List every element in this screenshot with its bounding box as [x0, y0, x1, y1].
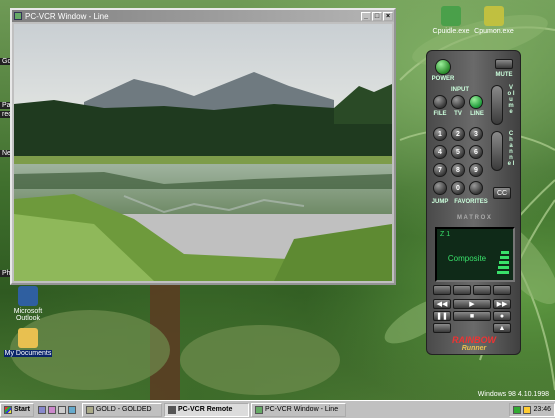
minimize-button[interactable]: _: [361, 11, 371, 21]
rewind-button[interactable]: ◀◀: [433, 299, 451, 309]
brand-strip: M A T R O X: [457, 215, 491, 221]
digit-4-button[interactable]: 4: [433, 145, 447, 159]
signal-meter-icon: [497, 251, 509, 274]
digit-7-button[interactable]: 7: [433, 163, 447, 177]
quicklaunch-channels-icon[interactable]: [67, 405, 76, 414]
digit-3-button[interactable]: 3: [469, 127, 483, 141]
digit-5-button[interactable]: 5: [451, 145, 465, 159]
file-label: FILE: [433, 111, 447, 117]
quicklaunch-outlook-icon[interactable]: [47, 405, 56, 414]
line-button[interactable]: [469, 95, 483, 109]
adjust-button[interactable]: [433, 285, 451, 295]
record-button[interactable]: ●: [493, 311, 511, 321]
cc-button[interactable]: CC: [493, 187, 511, 199]
pc-vcr-remote[interactable]: POWER MUTE INPUT FILE TV LINE V o l u m …: [426, 50, 521, 355]
eject-button[interactable]: ▲: [493, 323, 511, 333]
vcr-titlebar[interactable]: PC-VCR Window - Line _ □ ×: [12, 10, 394, 22]
quicklaunch-desktop-icon[interactable]: [57, 405, 66, 414]
desktop-icon-label: Cpuidle.exe: [432, 28, 470, 35]
golded-icon: [85, 405, 94, 414]
channel-label: C h a n n e l: [507, 131, 515, 167]
pause-button[interactable]: ❚❚: [433, 311, 451, 321]
vcr-window[interactable]: PC-VCR Window - Line _ □ ×: [10, 8, 396, 285]
mute-label: MUTE: [495, 72, 513, 78]
channel-rocker[interactable]: [491, 131, 503, 171]
start-label: Start: [14, 406, 30, 413]
task-label: GOLD - GOLDED: [95, 406, 152, 413]
taskbar-item-pc-vcr-window[interactable]: PC-VCR Window - Line: [250, 402, 346, 417]
vcr-window-icon: [254, 405, 263, 414]
fast-forward-button[interactable]: ▶▶: [493, 299, 511, 309]
cpuidle-icon: [441, 6, 461, 26]
favorites-button[interactable]: [469, 181, 483, 195]
volume-icon[interactable]: [523, 405, 532, 414]
maximize-button[interactable]: □: [372, 11, 382, 21]
lcd-source-text: Composite: [447, 254, 487, 263]
taskbar-item-pc-vcr-remote[interactable]: PC-VCR Remote: [163, 402, 249, 417]
plus-button[interactable]: [473, 285, 491, 295]
lake-landscape-image: [14, 24, 392, 281]
system-tray: 23:46: [509, 402, 555, 417]
quicklaunch-ie-icon[interactable]: [37, 405, 46, 414]
minus-button[interactable]: [453, 285, 471, 295]
cpumon-icon: [484, 6, 504, 26]
desktop-icon-label: Microsoft Outlook: [13, 308, 43, 322]
tray-status-icon[interactable]: [513, 405, 522, 414]
desktop-icon-outlook[interactable]: Microsoft Outlook: [0, 286, 56, 322]
video-feed[interactable]: [14, 24, 392, 281]
outlook-icon: [18, 286, 38, 306]
digit-8-button[interactable]: 8: [451, 163, 465, 177]
line-label: LINE: [470, 111, 484, 117]
lcd-display: Z 1 Composite: [435, 227, 515, 282]
digit-2-button[interactable]: 2: [451, 127, 465, 141]
remote-icon: [167, 405, 176, 414]
task-label: PC-VCR Remote: [177, 406, 233, 413]
power-button[interactable]: [435, 59, 451, 75]
power-label: POWER: [431, 76, 455, 82]
windows-version-text: Windows 98 4.10.1998: [477, 391, 549, 398]
digit-6-button[interactable]: 6: [469, 145, 483, 159]
input-label: INPUT: [451, 87, 469, 93]
digit-1-button[interactable]: 1: [433, 127, 447, 141]
file-button[interactable]: [433, 95, 447, 109]
volume-rocker[interactable]: [491, 85, 503, 125]
windows-logo-icon: [4, 405, 12, 414]
vcr-window-title: PC-VCR Window - Line: [25, 11, 109, 21]
open-folder-icon[interactable]: [433, 323, 451, 333]
sync-icon[interactable]: [493, 285, 511, 295]
vcr-app-icon[interactable]: [14, 12, 22, 20]
favorites-label: FAVORITES: [454, 199, 488, 205]
rainbow-logo: RAINBOW: [452, 335, 496, 345]
tv-label: TV: [454, 111, 462, 117]
desktop-icon-label: My Documents: [3, 350, 53, 357]
taskbar: Start GOLD - GOLDED PC-VCR Remote PC-VCR…: [0, 400, 555, 418]
start-button[interactable]: Start: [0, 402, 34, 417]
volume-label: V o l u m e: [507, 85, 515, 115]
desktop-icon-my-documents[interactable]: My Documents: [0, 328, 56, 357]
clock[interactable]: 23:46: [533, 406, 551, 413]
digit-0-button[interactable]: 0: [451, 181, 465, 195]
jump-button[interactable]: [433, 181, 447, 195]
lcd-top-indicator: Z 1: [440, 231, 451, 238]
tv-button[interactable]: [451, 95, 465, 109]
folder-icon: [18, 328, 38, 348]
mute-button[interactable]: [495, 59, 513, 69]
desktop-icon-cpumon[interactable]: Cpumon.exe: [466, 6, 522, 35]
play-button[interactable]: ▶: [453, 299, 491, 309]
jump-label: JUMP: [431, 199, 449, 205]
digit-9-button[interactable]: 9: [469, 163, 483, 177]
desktop-icon-label: Cpumon.exe: [474, 28, 514, 35]
task-label: PC-VCR Window - Line: [264, 406, 339, 413]
close-button[interactable]: ×: [383, 11, 393, 21]
stop-button[interactable]: ■: [453, 311, 491, 321]
taskbar-item-golded[interactable]: GOLD - GOLDED: [81, 402, 162, 417]
runner-logo: Runner: [461, 345, 487, 352]
